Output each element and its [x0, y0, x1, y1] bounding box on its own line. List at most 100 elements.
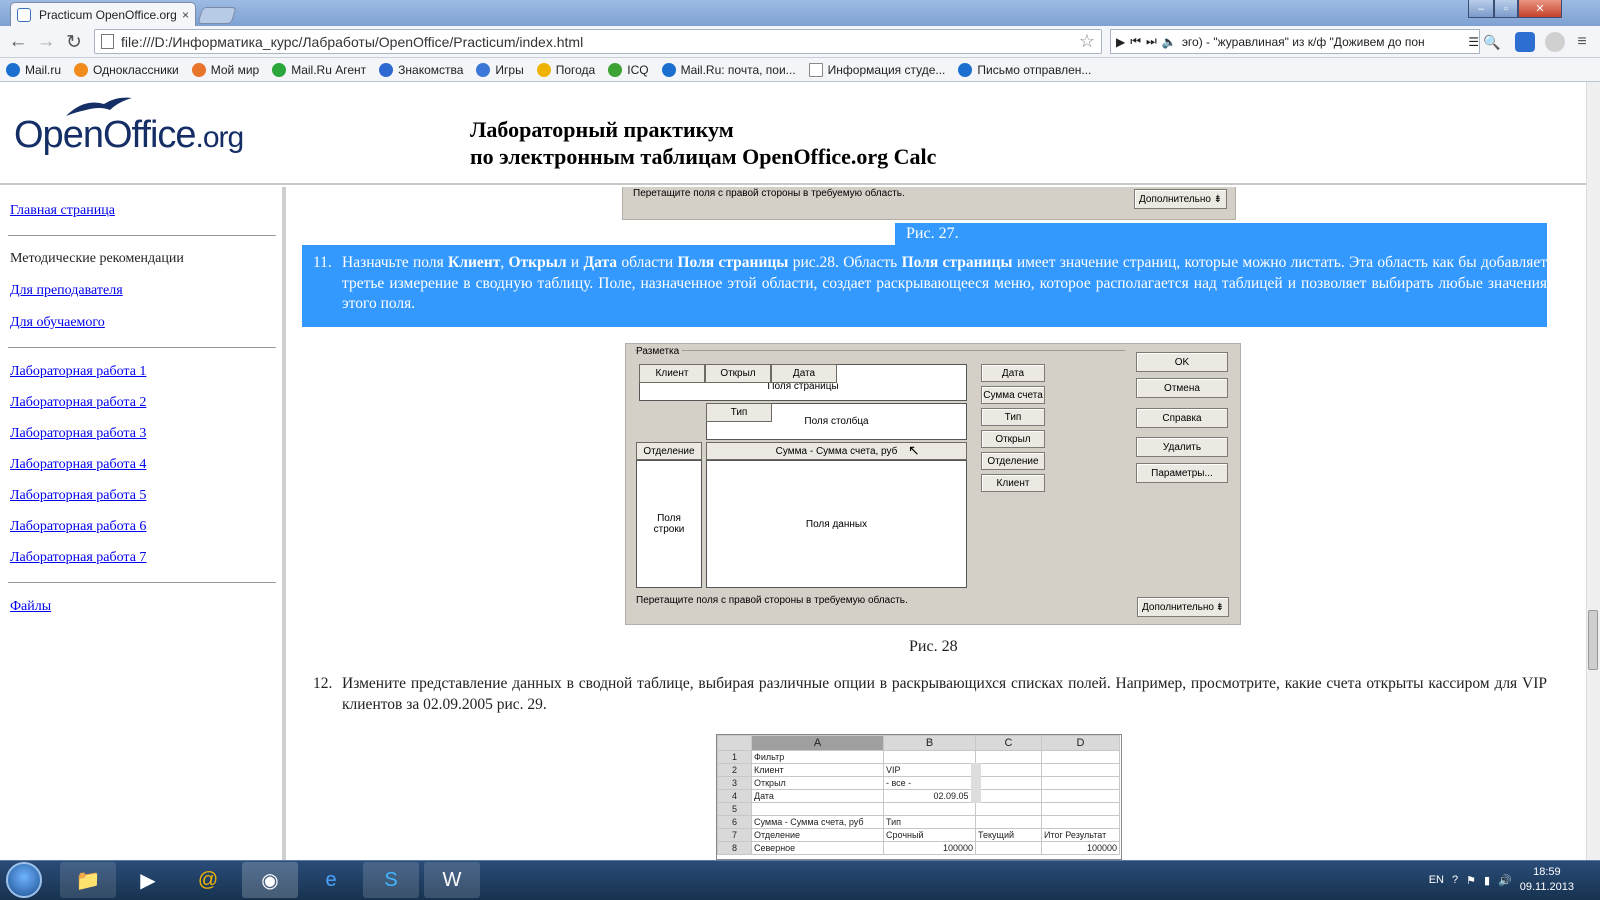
data-fields-zone[interactable]: Поля данных: [706, 460, 967, 588]
sheet-cell[interactable]: [975, 841, 1042, 855]
row-fields-zone[interactable]: Поля строки: [636, 460, 702, 588]
page-field-date[interactable]: Дата: [771, 364, 837, 383]
column-field-type[interactable]: Тип: [706, 403, 772, 422]
sheet-cell[interactable]: Дата: [751, 789, 884, 803]
sheet-cell[interactable]: [1041, 815, 1120, 829]
bookmark-star-icon[interactable]: ☆: [1079, 31, 1095, 52]
address-bar[interactable]: file:///D:/Информатика_курс/Лабработы/Op…: [94, 29, 1102, 54]
column-header[interactable]: A: [751, 735, 884, 751]
flag-icon[interactable]: ⚑: [1466, 874, 1476, 887]
sheet-cell[interactable]: - все -: [883, 776, 981, 790]
available-field-button[interactable]: Дата: [981, 364, 1045, 382]
sheet-cell[interactable]: Фильтр: [751, 750, 884, 764]
menu-icon[interactable]: ☰: [1468, 35, 1479, 49]
ie-taskbar-icon[interactable]: e: [303, 862, 359, 898]
profile-icon[interactable]: [1545, 32, 1565, 52]
row-field-department[interactable]: Отделение: [636, 442, 702, 460]
sheet-cell[interactable]: Открыл: [751, 776, 884, 790]
close-window-button[interactable]: ✕: [1518, 0, 1562, 18]
row-header[interactable]: 8: [717, 841, 752, 855]
nav-home-link[interactable]: Главная страница: [10, 203, 282, 219]
bookmark-item[interactable]: Mail.Ru: почта, пои...: [661, 62, 796, 77]
sheet-cell[interactable]: [975, 789, 1042, 803]
clock[interactable]: 18:59 09.11.2013: [1520, 865, 1574, 895]
sheet-cell[interactable]: Итог Результат: [1041, 828, 1120, 842]
column-header[interactable]: C: [975, 735, 1042, 751]
sheet-cell[interactable]: Тип: [883, 815, 976, 829]
row-header[interactable]: 1: [717, 750, 752, 764]
skype-taskbar-icon[interactable]: S: [363, 862, 419, 898]
play-icon[interactable]: ▶: [1116, 35, 1125, 49]
bookmark-item[interactable]: Информация студе...: [808, 62, 945, 77]
available-field-button[interactable]: Сумма счета: [981, 386, 1045, 404]
language-indicator[interactable]: EN: [1429, 874, 1444, 886]
available-field-button[interactable]: Отделение: [981, 452, 1045, 470]
sheet-cell[interactable]: VIP: [883, 763, 981, 777]
new-tab-button[interactable]: [197, 7, 237, 24]
row-header[interactable]: 2: [717, 763, 752, 777]
volume-icon[interactable]: 🔊: [1498, 874, 1512, 887]
mail-agent-taskbar-icon[interactable]: @: [180, 862, 236, 898]
bookmark-item[interactable]: Игры: [476, 62, 524, 77]
sheet-cell[interactable]: Сумма - Сумма счета, руб: [751, 815, 884, 829]
mail-extension-icon[interactable]: [1515, 32, 1535, 52]
delete-button[interactable]: Удалить: [1136, 437, 1228, 457]
search-icon[interactable]: 🔍: [1480, 30, 1504, 54]
sheet-cell[interactable]: [975, 815, 1042, 829]
sheet-cell[interactable]: [883, 750, 976, 764]
sheet-cell[interactable]: [751, 802, 884, 816]
sheet-cell[interactable]: 02.09.05: [883, 789, 981, 803]
reload-icon[interactable]: ↻: [62, 30, 86, 54]
prev-icon[interactable]: ⏮: [1130, 34, 1141, 49]
row-header[interactable]: 7: [717, 828, 752, 842]
available-field-button[interactable]: Клиент: [981, 474, 1045, 492]
nav-student-link[interactable]: Для обучаемого: [10, 315, 282, 331]
page-field-client[interactable]: Клиент: [639, 364, 705, 383]
sheet-cell[interactable]: [1041, 750, 1120, 764]
vertical-scrollbar[interactable]: [1586, 82, 1600, 860]
back-icon[interactable]: ←: [6, 30, 30, 54]
sheet-cell[interactable]: [1041, 776, 1120, 790]
bookmark-item[interactable]: Mail.Ru Агент: [272, 62, 366, 77]
next-icon[interactable]: ⏭: [1146, 34, 1157, 49]
cancel-button[interactable]: Отмена: [1136, 378, 1228, 398]
tab-practicum[interactable]: Practicum OpenOffice.org ×: [10, 2, 196, 26]
sheet-cell[interactable]: [975, 802, 1042, 816]
sheet-cell[interactable]: [883, 802, 976, 816]
sheet-cell[interactable]: 100000: [883, 841, 976, 855]
bookmark-item[interactable]: ICQ: [608, 62, 649, 77]
column-header[interactable]: D: [1041, 735, 1120, 751]
nav-lab-3-link[interactable]: Лабораторная работа 3: [10, 426, 282, 442]
sheet-cell[interactable]: Клиент: [751, 763, 884, 777]
sheet-cell[interactable]: [1041, 763, 1120, 777]
available-field-button[interactable]: Открыл: [981, 430, 1045, 448]
row-header[interactable]: 4: [717, 789, 752, 803]
page-field-opened[interactable]: Открыл: [705, 364, 771, 383]
column-header[interactable]: B: [883, 735, 976, 751]
bookmark-item[interactable]: Погода: [536, 62, 595, 77]
bookmark-item[interactable]: Мой мир: [191, 62, 259, 77]
nav-teacher-link[interactable]: Для преподавателя: [10, 283, 282, 299]
sheet-cell[interactable]: [975, 763, 1042, 777]
nav-lab-4-link[interactable]: Лабораторная работа 4: [10, 457, 282, 473]
sheet-cell[interactable]: Текущий: [975, 828, 1042, 842]
options-button[interactable]: Параметры...: [1136, 463, 1228, 483]
chrome-taskbar-icon[interactable]: ◉: [242, 862, 298, 898]
word-taskbar-icon[interactable]: W: [424, 862, 480, 898]
bookmark-item[interactable]: Mail.ru: [6, 62, 61, 77]
explorer-taskbar-icon[interactable]: 📁: [60, 862, 116, 898]
nav-lab-5-link[interactable]: Лабораторная работа 5: [10, 488, 282, 504]
nav-lab-2-link[interactable]: Лабораторная работа 2: [10, 395, 282, 411]
nav-lab-1-link[interactable]: Лабораторная работа 1: [10, 364, 282, 380]
available-field-button[interactable]: Тип: [981, 408, 1045, 426]
bookmark-item[interactable]: Письмо отправлен...: [958, 62, 1091, 77]
row-header[interactable]: 5: [717, 802, 752, 816]
scrollbar-thumb[interactable]: [1588, 610, 1598, 670]
forward-icon[interactable]: →: [34, 30, 58, 54]
settings-menu-icon[interactable]: ≡: [1570, 30, 1594, 54]
help-icon[interactable]: ?: [1452, 874, 1458, 886]
more-button[interactable]: Дополнительно ⇟: [1134, 189, 1227, 209]
row-header[interactable]: 6: [717, 815, 752, 829]
ok-button[interactable]: OK: [1136, 352, 1228, 372]
minimize-button[interactable]: –: [1468, 0, 1494, 18]
